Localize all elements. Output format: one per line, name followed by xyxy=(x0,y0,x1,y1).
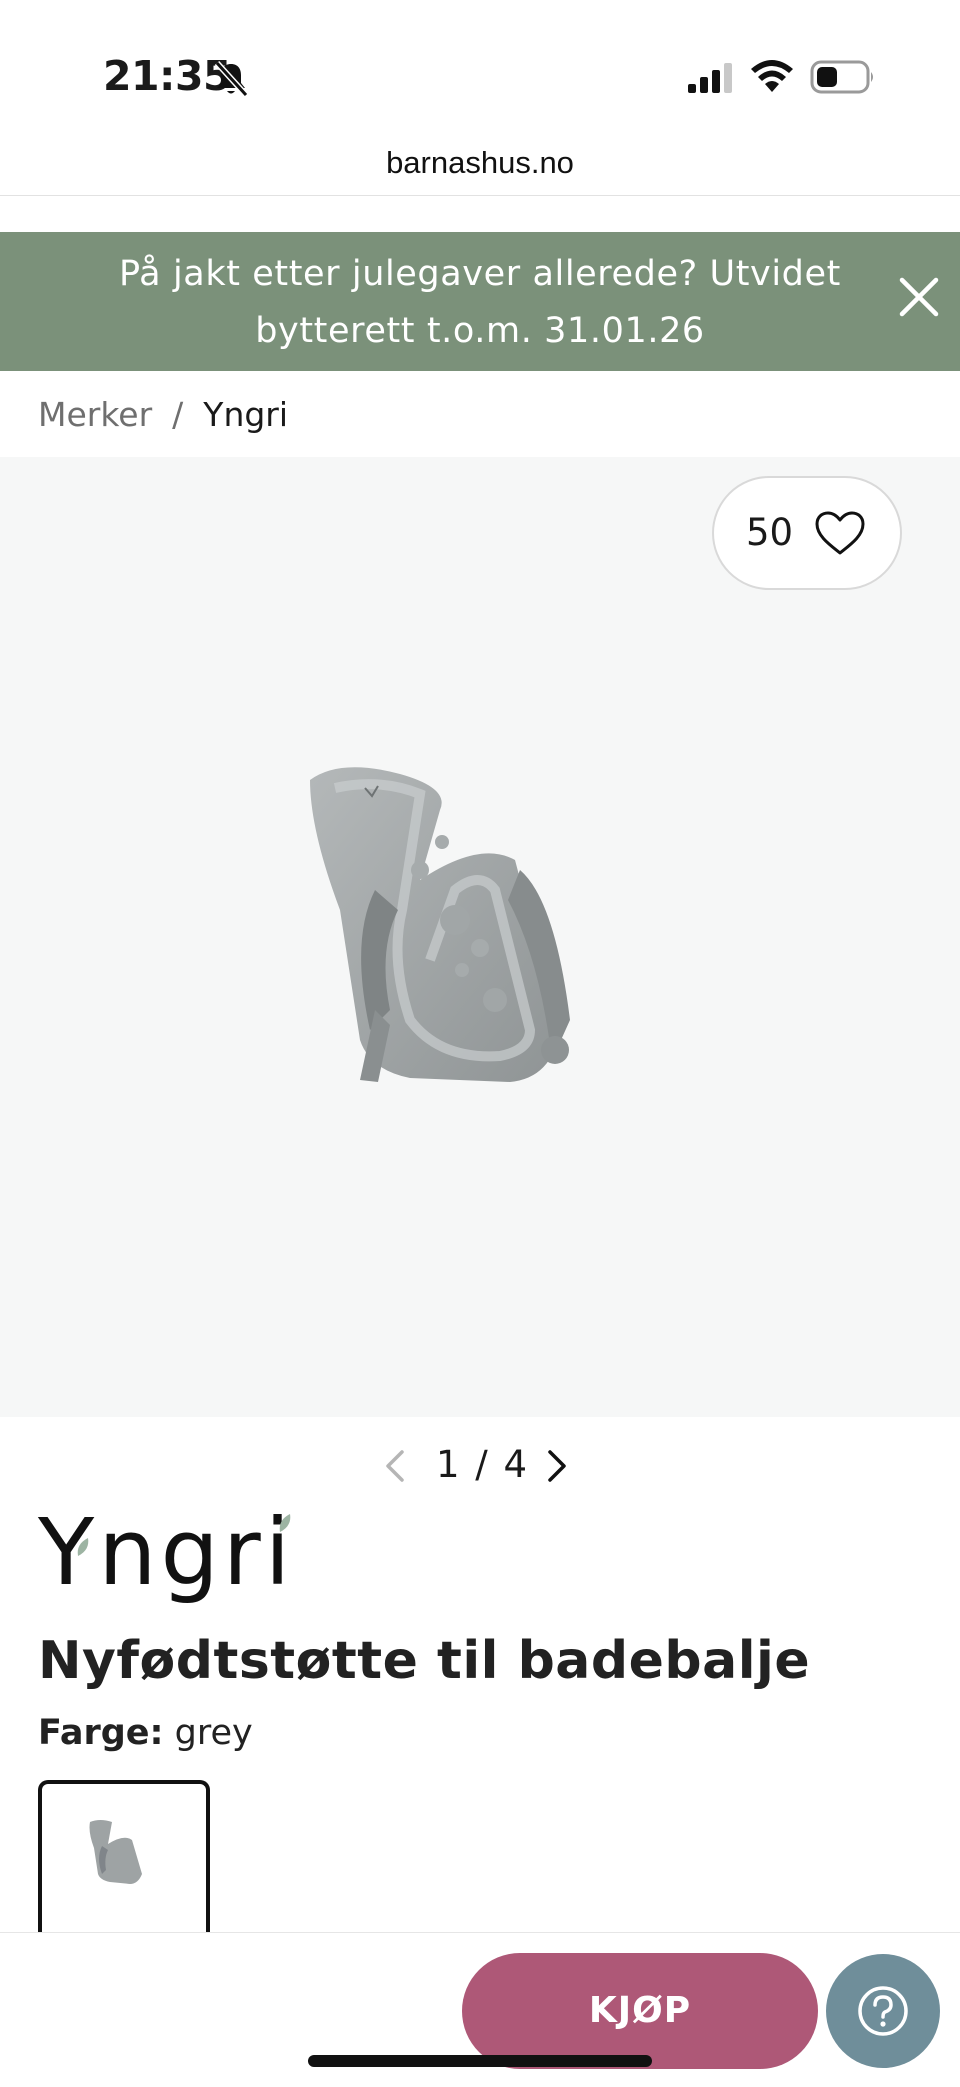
leaf-icon xyxy=(279,1514,291,1532)
breadcrumb: Merker / Yngri xyxy=(38,390,288,440)
chevron-left-icon[interactable] xyxy=(382,1448,406,1484)
url-bar[interactable]: barnashus.no xyxy=(0,130,960,196)
status-time: 21:35 xyxy=(103,52,232,100)
color-value: grey xyxy=(174,1713,253,1753)
breadcrumb-yngri[interactable]: Yngri xyxy=(203,395,288,434)
promo-text: På jakt etter julegaver allerede? Utvide… xyxy=(119,254,841,351)
wishlist-button[interactable]: 50 xyxy=(712,476,902,590)
brand-logo[interactable]: Yngri xyxy=(38,1507,298,1599)
close-icon[interactable] xyxy=(892,270,946,324)
breadcrumb-merker[interactable]: Merker xyxy=(38,395,152,434)
product-title: Nyfødtstøtte til badebalje xyxy=(38,1631,811,1691)
pager-counter: 1 / 4 xyxy=(436,1443,528,1486)
home-indicator xyxy=(308,2055,652,2067)
color-swatch-grey[interactable] xyxy=(38,1780,210,1940)
gallery-pager: 1 / 4 xyxy=(380,1440,580,1490)
product-image[interactable] xyxy=(290,760,710,1120)
swatch-thumbnail xyxy=(89,1820,142,1884)
heart-icon xyxy=(815,511,865,555)
bell-off-icon xyxy=(214,60,249,98)
battery-icon xyxy=(810,60,873,94)
color-label: Farge: xyxy=(38,1713,164,1753)
wifi-icon xyxy=(751,60,793,92)
wishlist-count: 50 xyxy=(746,511,794,554)
buy-button[interactable]: KJØP xyxy=(462,1953,818,2069)
promo-banner: På jakt etter julegaver allerede? Utvide… xyxy=(0,232,960,371)
leaf-icon xyxy=(77,1538,89,1556)
signal-icon xyxy=(688,63,732,93)
chevron-right-icon[interactable] xyxy=(546,1448,570,1484)
help-icon xyxy=(858,1986,908,2036)
status-bar: 21:35 xyxy=(0,0,960,130)
help-button[interactable] xyxy=(826,1954,940,2068)
product-page: 21:35 barnashus.no På jakt etter julegav… xyxy=(0,0,960,2087)
color-info: Farge: grey xyxy=(38,1708,253,1758)
breadcrumb-separator: / xyxy=(172,395,184,434)
